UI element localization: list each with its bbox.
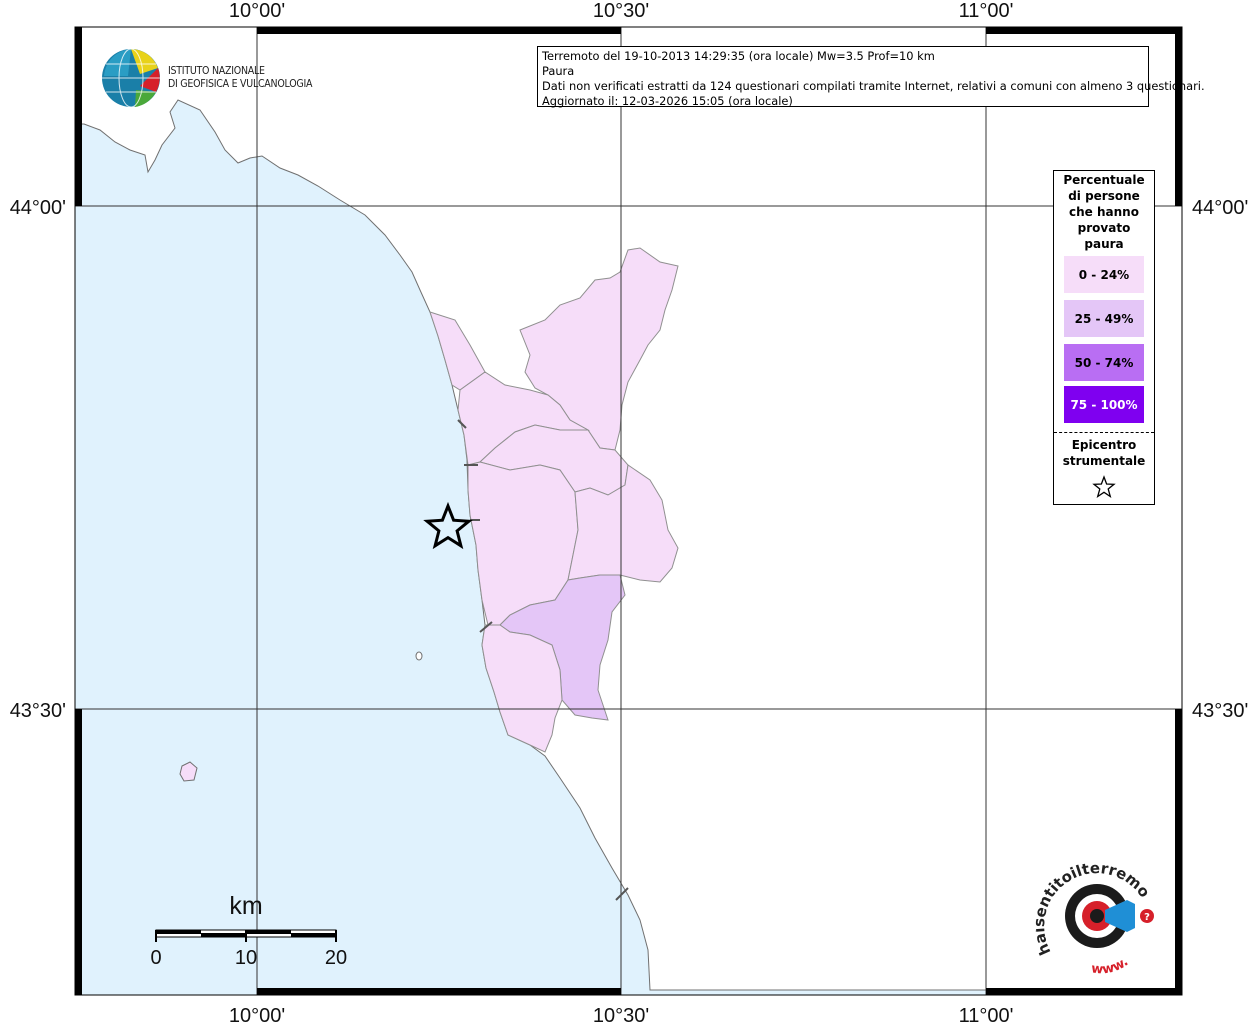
lat-label-right-2: 43°30' bbox=[1192, 700, 1248, 722]
hsit-logo: haisentitoilterremoto.it www. ? bbox=[1030, 846, 1165, 980]
legend-class-75-100: 75 - 100% bbox=[1064, 386, 1144, 423]
legend-class-25-49: 25 - 49% bbox=[1064, 300, 1144, 337]
star-icon bbox=[1092, 475, 1116, 499]
scale-tick-0: 0 bbox=[150, 947, 161, 969]
legend-epicenter-label: Epicentro strumentale bbox=[1062, 438, 1146, 468]
update-timestamp: Aggiornato il: 12-03-2026 15:05 (ora loc… bbox=[542, 94, 793, 108]
lon-label-top-3: 11°00' bbox=[959, 0, 1014, 22]
scale-tick-10: 10 bbox=[235, 947, 257, 969]
globe-icon bbox=[102, 48, 160, 108]
svg-text:?: ? bbox=[1144, 912, 1150, 923]
ingv-name: ISTITUTO NAZIONALE DI GEOFISICA E VULCAN… bbox=[168, 64, 313, 90]
lat-label-right-1: 44°00' bbox=[1192, 197, 1248, 219]
hsit-url: www. bbox=[1090, 955, 1131, 978]
ingv-logo: ISTITUTO NAZIONALE DI GEOFISICA E VULCAN… bbox=[100, 46, 313, 110]
legend-divider bbox=[1054, 432, 1154, 433]
lon-label-bottom-2: 10°30' bbox=[593, 1005, 649, 1024]
event-details: Terremoto del 19-10-2013 14:29:35 (ora l… bbox=[542, 49, 935, 63]
legend-class-0-24: 0 - 24% bbox=[1064, 256, 1144, 293]
legend-title: Percentuale di persone che hanno provato… bbox=[1063, 173, 1145, 251]
islet bbox=[415, 651, 423, 661]
scale-unit: km bbox=[229, 892, 262, 920]
lat-label-left-1: 44°00' bbox=[10, 197, 66, 219]
lon-label-bottom-1: 10°00' bbox=[229, 1005, 285, 1024]
lon-label-bottom-3: 11°00' bbox=[959, 1005, 1014, 1024]
lon-label-top-2: 10°30' bbox=[593, 0, 649, 22]
lon-label-top-1: 10°00' bbox=[229, 0, 285, 22]
map-parameter: Paura bbox=[542, 64, 575, 78]
scale-bar: km 0 10 20 bbox=[140, 886, 370, 976]
legend: Percentuale di persone che hanno provato… bbox=[1053, 170, 1155, 505]
event-info-box: Terremoto del 19-10-2013 14:29:35 (ora l… bbox=[537, 46, 1205, 108]
legend-class-50-74: 50 - 74% bbox=[1064, 344, 1144, 381]
data-note: Dati non verificati estratti da 124 ques… bbox=[542, 79, 1205, 93]
lat-label-left-2: 43°30' bbox=[10, 700, 66, 722]
scale-tick-20: 20 bbox=[325, 947, 347, 969]
